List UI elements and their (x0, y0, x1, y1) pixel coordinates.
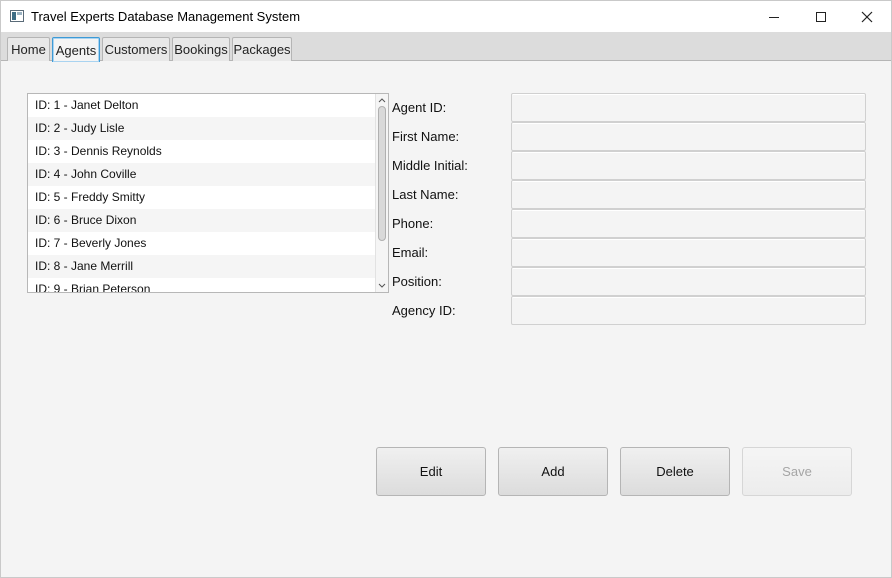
phone-label: Phone: (392, 216, 434, 231)
list-item[interactable]: ID: 3 - Dennis Reynolds (28, 140, 388, 163)
position-field[interactable] (511, 267, 866, 296)
agent-id-field[interactable] (511, 93, 866, 122)
scroll-thumb[interactable] (378, 106, 386, 241)
form-row-position: Position: (392, 267, 866, 296)
form-row-phone: Phone: (392, 209, 866, 238)
tab-bookings[interactable]: Bookings (172, 37, 230, 61)
list-item[interactable]: ID: 7 - Beverly Jones (28, 232, 388, 255)
form-row-middle-initial: Middle Initial: (392, 151, 866, 180)
window-title: Travel Experts Database Management Syste… (31, 9, 301, 24)
agents-list[interactable]: ID: 1 - Janet Delton ID: 2 - Judy Lisle … (27, 93, 389, 293)
list-item[interactable]: ID: 6 - Bruce Dixon (28, 209, 388, 232)
email-field[interactable] (511, 238, 866, 267)
save-button: Save (742, 447, 852, 496)
form-row-email: Email: (392, 238, 866, 267)
form-row-last-name: Last Name: (392, 180, 866, 209)
tab-bar: Home Agents Customers Bookings Packages (1, 32, 891, 62)
last-name-label: Last Name: (392, 187, 459, 202)
list-item[interactable]: ID: 8 - Jane Merrill (28, 255, 388, 278)
form-row-agency-id: Agency ID: (392, 296, 866, 325)
tab-home[interactable]: Home (7, 37, 50, 61)
list-item[interactable]: ID: 5 - Freddy Smitty (28, 186, 388, 209)
scroll-down-button[interactable] (376, 280, 388, 292)
list-item[interactable]: ID: 4 - John Coville (28, 163, 388, 186)
form-row-first-name: First Name: (392, 122, 866, 151)
list-scrollbar[interactable] (375, 94, 388, 292)
list-item[interactable]: ID: 1 - Janet Delton (28, 94, 388, 117)
maximize-button[interactable] (798, 1, 844, 32)
list-item[interactable]: ID: 9 - Brian Peterson (28, 278, 388, 292)
edit-button[interactable]: Edit (376, 447, 486, 496)
app-window: Travel Experts Database Management Syste… (0, 0, 892, 578)
delete-button[interactable]: Delete (620, 447, 730, 496)
app-window-icon (10, 10, 24, 22)
chevron-down-icon (378, 283, 386, 288)
maximize-icon (816, 11, 826, 22)
tab-customers[interactable]: Customers (102, 37, 170, 61)
phone-field[interactable] (511, 209, 866, 238)
minimize-button[interactable] (751, 1, 797, 32)
email-label: Email: (392, 245, 429, 260)
agency-id-field[interactable] (511, 296, 866, 325)
first-name-label: First Name: (392, 129, 460, 144)
title-bar[interactable]: Travel Experts Database Management Syste… (1, 1, 891, 32)
agents-list-items: ID: 1 - Janet Delton ID: 2 - Judy Lisle … (28, 94, 388, 292)
agency-id-label: Agency ID: (392, 303, 456, 318)
close-button[interactable] (844, 1, 890, 32)
minimize-icon (769, 16, 779, 18)
first-name-field[interactable] (511, 122, 866, 151)
list-item[interactable]: ID: 2 - Judy Lisle (28, 117, 388, 140)
scroll-up-button[interactable] (376, 94, 388, 106)
chevron-up-icon (378, 98, 386, 103)
middle-initial-label: Middle Initial: (392, 158, 468, 173)
tab-agents[interactable]: Agents (52, 37, 100, 62)
add-button[interactable]: Add (498, 447, 608, 496)
last-name-field[interactable] (511, 180, 866, 209)
tab-packages[interactable]: Packages (232, 37, 292, 61)
form-row-agent-id: Agent ID: (392, 93, 866, 122)
close-icon (861, 11, 873, 22)
middle-initial-field[interactable] (511, 151, 866, 180)
position-label: Position: (392, 274, 442, 289)
agent-id-label: Agent ID: (392, 100, 447, 115)
